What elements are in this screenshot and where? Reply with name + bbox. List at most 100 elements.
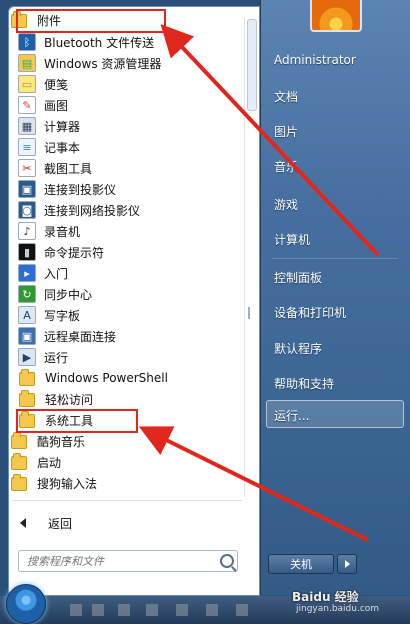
program-item[interactable]: 搜狗输入法 (10, 473, 97, 493)
program-item[interactable]: ◙ 连接到网络投影仪 (18, 200, 140, 220)
taskbar-icon[interactable] (92, 604, 104, 616)
right-item-devices-printers[interactable]: 设备和打印机 (274, 304, 346, 321)
program-label: 轻松访问 (45, 392, 94, 407)
taskbar-icon[interactable] (146, 604, 158, 616)
run-icon: ▶ (18, 348, 36, 366)
right-item-administrator[interactable]: Administrator (274, 53, 356, 67)
program-label: 连接到投影仪 (44, 182, 117, 197)
scrollbar[interactable] (244, 17, 257, 497)
program-label: 入门 (44, 266, 69, 281)
program-label: 命令提示符 (44, 245, 105, 260)
program-item[interactable]: ✂ 截图工具 (18, 158, 92, 178)
program-item[interactable]: ✎ 画图 (18, 95, 68, 115)
program-label: 记事本 (44, 140, 81, 155)
program-label: 同步中心 (44, 287, 93, 302)
taskbar-icon[interactable] (118, 604, 130, 616)
sticky-notes-icon: ▭ (18, 75, 36, 93)
shutdown-options-button[interactable] (337, 554, 357, 574)
right-item-pictures[interactable]: 图片 (274, 123, 298, 140)
explorer-icon: ▤ (18, 54, 36, 72)
taskbar-icon[interactable] (236, 604, 248, 616)
microphone-icon: ♪ (18, 222, 36, 240)
program-label: 酷狗音乐 (37, 434, 86, 449)
program-item[interactable]: ▭ 便笺 (18, 74, 68, 94)
right-item-control-panel[interactable]: 控制面板 (274, 269, 322, 286)
program-label: Windows 资源管理器 (44, 56, 162, 71)
program-item[interactable]: ▶ 运行 (18, 347, 68, 367)
calculator-icon: ▦ (18, 117, 36, 135)
back-button[interactable]: 返回 (14, 512, 72, 534)
program-item[interactable]: ▸ 入门 (18, 263, 68, 283)
right-item-games[interactable]: 游戏 (274, 196, 298, 213)
paint-icon: ✎ (18, 96, 36, 114)
program-label: 运行 (44, 350, 69, 365)
program-label: 录音机 (44, 224, 81, 239)
program-label: 搜狗输入法 (37, 476, 98, 491)
program-label: 计算器 (44, 119, 81, 134)
program-label: 便笺 (44, 77, 69, 92)
taskbar-icon[interactable] (206, 604, 218, 616)
bluetooth-icon: ᛒ (18, 33, 36, 51)
right-separator (272, 258, 398, 259)
separator (12, 500, 242, 501)
program-item[interactable]: 启动 (10, 452, 61, 472)
chevron-right-icon (344, 560, 350, 568)
program-label: 画图 (44, 98, 69, 113)
program-label: Bluetooth 文件传送 (44, 35, 155, 50)
program-item[interactable]: A 写字板 (18, 305, 80, 325)
program-item[interactable]: 酷狗音乐 (10, 431, 85, 451)
program-label: 远程桌面连接 (44, 329, 117, 344)
getting-started-icon: ▸ (18, 264, 36, 282)
program-label: 写字板 (44, 308, 81, 323)
back-label: 返回 (48, 516, 73, 531)
right-item-help-support[interactable]: 帮助和支持 (274, 375, 334, 392)
user-avatar[interactable] (310, 0, 362, 32)
taskbar-icon[interactable] (70, 604, 82, 616)
highlight-box-system-tools (16, 409, 138, 433)
program-item[interactable]: ▦ 计算器 (18, 116, 80, 136)
program-item[interactable]: ▤ Windows 资源管理器 (18, 53, 161, 73)
back-arrow-icon (20, 518, 26, 528)
taskbar-icon[interactable] (176, 604, 188, 616)
program-item[interactable]: ≡ 记事本 (18, 137, 80, 157)
right-item-documents[interactable]: 文档 (274, 88, 298, 105)
folder-icon (19, 390, 35, 407)
highlight-box-accessories (16, 9, 166, 33)
right-item-default-programs[interactable]: 默认程序 (274, 340, 322, 357)
program-label: 连接到网络投影仪 (44, 203, 141, 218)
program-item[interactable]: ▮ 命令提示符 (18, 242, 104, 262)
program-item[interactable]: ♪ 录音机 (18, 221, 80, 241)
notepad-icon: ≡ (18, 138, 36, 156)
program-item[interactable]: ▣ 远程桌面连接 (18, 326, 116, 346)
search-icon[interactable] (220, 554, 234, 568)
program-item[interactable]: Windows PowerShell (18, 368, 168, 388)
folder-icon (19, 369, 35, 386)
start-menu: 附件 ᛒ Bluetooth 文件传送 ▤ Windows 资源管理器 ▭ 便笺 ✎ 画图 ▦ 计算… (0, 0, 410, 624)
folder-icon (11, 453, 27, 470)
shutdown-button[interactable]: 关机 (268, 554, 334, 574)
remote-desktop-icon: ▣ (18, 327, 36, 345)
sync-center-icon: ↻ (18, 285, 36, 303)
right-item-run[interactable]: 运行... (274, 407, 309, 424)
scrollbar-thumb[interactable] (247, 19, 257, 111)
projector-icon: ▣ (18, 180, 36, 198)
search-box[interactable] (18, 550, 238, 572)
right-item-computer[interactable]: 计算机 (274, 231, 310, 248)
watermark-brand: Baidu 经验 (292, 590, 359, 604)
folder-icon (11, 432, 27, 449)
snipping-tool-icon: ✂ (18, 159, 36, 177)
scrollbar-grip (248, 307, 256, 319)
program-label: 截图工具 (44, 161, 93, 176)
network-projector-icon: ◙ (18, 201, 36, 219)
program-item[interactable]: ▣ 连接到投影仪 (18, 179, 116, 199)
watermark-url: jingyan.baidu.com (296, 604, 380, 614)
right-item-music[interactable]: 音乐 (274, 158, 298, 175)
program-item[interactable]: ↻ 同步中心 (18, 284, 92, 304)
program-label: Windows PowerShell (45, 371, 168, 385)
folder-icon (11, 474, 27, 491)
program-item[interactable]: 轻松访问 (18, 389, 93, 409)
program-label: 启动 (37, 455, 62, 470)
program-item[interactable]: ᛒ Bluetooth 文件传送 (18, 32, 154, 52)
start-orb-icon[interactable] (6, 584, 46, 624)
search-input[interactable] (19, 553, 214, 569)
